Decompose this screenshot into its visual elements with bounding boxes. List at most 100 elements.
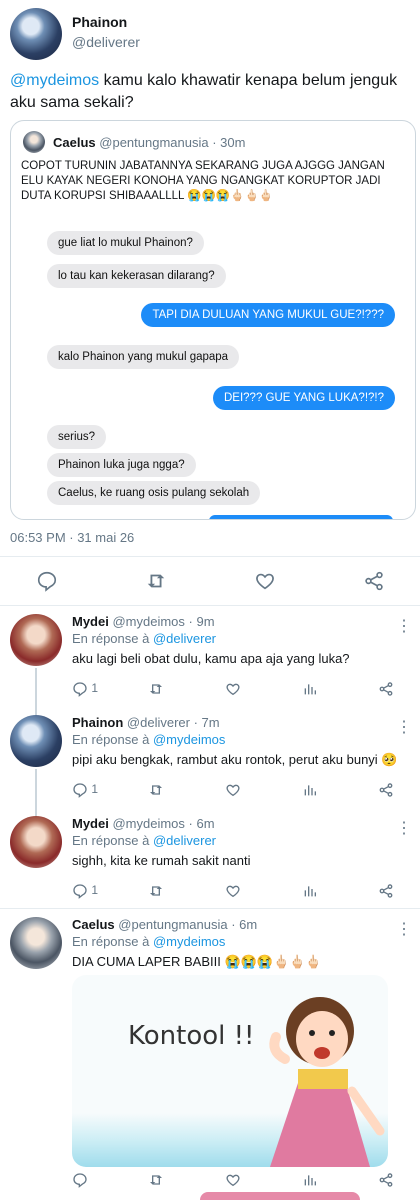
quoted-tweet-author-name: Caelus <box>53 135 96 150</box>
reply-button[interactable]: 1 <box>72 782 98 798</box>
reply-to-link[interactable]: @deliverer <box>153 631 216 646</box>
reply-icon[interactable] <box>36 570 58 592</box>
quoted-tweet-author-handle: @pentungmanusia <box>99 135 209 150</box>
main-tweet-author-name[interactable]: Phainon <box>72 14 127 30</box>
chat-bubble-incoming: kalo Phainon yang mukul gapapa <box>47 345 240 369</box>
like-icon[interactable] <box>225 782 241 798</box>
reply-avatar[interactable] <box>10 715 62 767</box>
retweet-icon[interactable] <box>148 681 164 697</box>
quoted-tweet-header: Caelus @pentungmanusia · 30m <box>53 135 245 150</box>
reply-to-link[interactable]: @mydeimos <box>153 732 225 747</box>
retweet-icon[interactable] <box>145 570 167 592</box>
analytics-icon[interactable] <box>302 782 318 798</box>
reply-icon[interactable] <box>72 1172 88 1188</box>
next-content-peek <box>200 1192 360 1200</box>
reply-header: Mydei @mydeimos · 6m <box>72 816 215 831</box>
main-tweet-mention-link[interactable]: @mydeimos <box>10 72 99 89</box>
reply-time: · 9m <box>188 614 215 629</box>
chat-bubble-incoming: Phainon luka juga ngga? <box>47 453 196 477</box>
like-icon[interactable] <box>254 570 276 592</box>
reply-to-prefix: En réponse à <box>72 732 153 747</box>
share-icon[interactable] <box>363 570 385 592</box>
reply-time: · 6m <box>188 816 215 831</box>
quoted-tweet-text: COPOT TURUNIN JABATANNYA SEKARANG JUGA A… <box>21 160 385 202</box>
reply-author-name[interactable]: Phainon <box>72 715 123 730</box>
reply-header: Mydei @mydeimos · 9m <box>72 614 215 629</box>
reply-to-link[interactable]: @mydeimos <box>153 934 225 949</box>
reply-author-handle: @mydeimos <box>112 614 185 629</box>
tweet-timestamp: 06:53 PM · 31 mai 26 <box>10 530 135 545</box>
chat-bubble-incoming: Caelus, ke ruang osis pulang sekolah <box>47 481 261 505</box>
reply-text: sighh, kita ke rumah sakit nanti <box>72 853 251 868</box>
reply-to-line: En réponse à @deliverer <box>72 833 216 848</box>
reply-text: aku lagi beli obat dulu, kamu apa aja ya… <box>72 651 350 666</box>
main-tweet-text: @mydeimos kamu kalo khawatir kenapa belu… <box>10 70 410 114</box>
reply-time: · 6m <box>231 917 258 932</box>
reply-to-link[interactable]: @deliverer <box>153 833 216 848</box>
share-icon[interactable] <box>378 782 394 798</box>
reply-author-name[interactable]: Caelus <box>72 917 115 932</box>
retweet-icon[interactable] <box>148 1172 164 1188</box>
reply-author-handle: @deliverer <box>126 715 190 730</box>
reply-count: 1 <box>91 782 99 797</box>
reply-to-line: En réponse à @mydeimos <box>72 934 225 949</box>
reply-icon <box>73 682 87 697</box>
reply-count: 1 <box>91 681 99 696</box>
reply-text: pipi aku bengkak, rambut aku rontok, per… <box>72 752 398 767</box>
reply-author-name[interactable]: Mydei <box>72 614 109 629</box>
divider <box>0 605 420 606</box>
like-icon[interactable] <box>225 1172 241 1188</box>
quoted-tweet-avatar <box>23 131 45 153</box>
retweet-icon[interactable] <box>148 883 164 899</box>
more-options-icon[interactable]: ⋮ <box>396 616 412 636</box>
analytics-icon[interactable] <box>302 883 318 899</box>
share-icon[interactable] <box>378 1172 394 1188</box>
reply-author-handle: @pentungmanusia <box>118 917 228 932</box>
thread-line <box>35 668 37 718</box>
share-icon[interactable] <box>378 681 394 697</box>
quoted-tweet-card[interactable]: Caelus @pentungmanusia · 30m COPOT TURUN… <box>10 120 416 520</box>
cartoon-girl-illustration <box>269 997 385 1167</box>
reply-to-line: En réponse à @mydeimos <box>72 732 225 747</box>
reply-to-line: En réponse à @deliverer <box>72 631 216 646</box>
chat-bubble-outgoing: DEI??? GUE YANG LUKA?!?!? <box>212 386 395 410</box>
more-options-icon[interactable]: ⋮ <box>396 818 412 838</box>
share-icon[interactable] <box>378 883 394 899</box>
chat-bubble-incoming: lo tau kan kekerasan dilarang? <box>47 264 226 288</box>
analytics-icon[interactable] <box>302 1172 318 1188</box>
reply-button[interactable]: 1 <box>72 681 98 697</box>
reply-to-prefix: En réponse à <box>72 934 153 949</box>
reply-time: · 7m <box>193 715 220 730</box>
reply-icon <box>73 783 87 798</box>
quoted-tweet-time: · 30m <box>212 135 246 150</box>
reply-header: Caelus @pentungmanusia · 6m <box>72 917 257 932</box>
reply-author-handle: @mydeimos <box>112 816 185 831</box>
chat-bubble-outgoing-partial <box>209 515 393 519</box>
reply-author-name[interactable]: Mydei <box>72 816 109 831</box>
chat-screenshot: gue liat lo mukul Phainon? lo tau kan ke… <box>21 231 405 519</box>
more-options-icon[interactable]: ⋮ <box>396 717 412 737</box>
chat-bubble-incoming: gue liat lo mukul Phainon? <box>47 231 204 255</box>
meme-caption: Kontool !! <box>128 1021 255 1051</box>
chat-bubble-outgoing: TAPI DIA DULUAN YANG MUKUL GUE?!??? <box>141 303 395 327</box>
like-icon[interactable] <box>225 681 241 697</box>
analytics-icon[interactable] <box>302 681 318 697</box>
reply-attached-image[interactable]: Kontool !! <box>72 975 388 1167</box>
main-tweet-avatar[interactable] <box>10 8 62 60</box>
reply-icon <box>73 884 87 899</box>
thread-line <box>35 769 37 819</box>
reply-avatar[interactable] <box>10 614 62 666</box>
chat-bubble-incoming: serius? <box>47 425 107 449</box>
reply-to-prefix: En réponse à <box>72 833 153 848</box>
reply-avatar[interactable] <box>10 816 62 868</box>
more-options-icon[interactable]: ⋮ <box>396 919 412 939</box>
retweet-icon[interactable] <box>148 782 164 798</box>
reply-button[interactable]: 1 <box>72 883 98 899</box>
reply-header: Phainon @deliverer · 7m <box>72 715 220 730</box>
reply-text: DIA CUMA LAPER BABIII 😭😭😭🖕🏻🖕🏻🖕🏻 <box>72 954 322 969</box>
divider <box>0 556 420 557</box>
reply-avatar[interactable] <box>10 917 62 969</box>
main-tweet-author-handle[interactable]: @deliverer <box>72 34 140 50</box>
reply-to-prefix: En réponse à <box>72 631 153 646</box>
like-icon[interactable] <box>225 883 241 899</box>
